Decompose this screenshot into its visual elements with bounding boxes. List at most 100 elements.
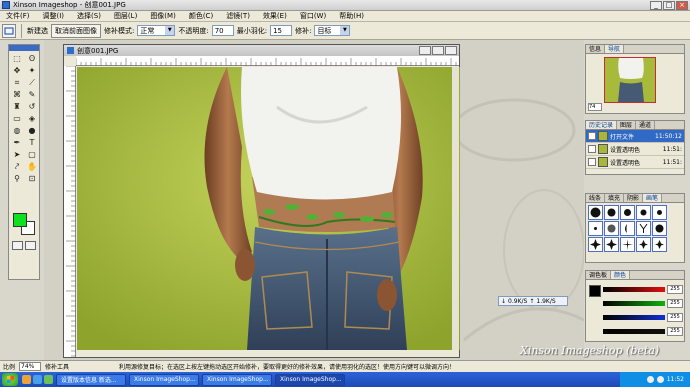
history-checkbox[interactable] [588,145,596,153]
brush-burst-icon[interactable] [620,237,635,252]
brush-tool-icon[interactable]: ✎ [25,89,39,100]
crop-tool-icon[interactable]: ⌗ [10,77,24,88]
path-select-icon[interactable]: ➤ [10,149,24,160]
pen-tool-icon[interactable]: ✒ [10,137,24,148]
clock[interactable]: 11:52 [667,376,684,383]
menu-image[interactable]: 图像(M) [144,11,183,21]
black-slider[interactable]: 255 [600,324,684,338]
move-tool-icon[interactable]: ✥ [10,65,24,76]
menu-help[interactable]: 帮助(H) [333,11,371,21]
shape-tool-icon[interactable]: ▢ [25,149,39,160]
min-feather-input[interactable]: 15 [270,25,293,36]
marquee-tool-icon[interactable]: ⬚ [10,53,24,64]
menu-effect[interactable]: 效果(E) [257,11,294,21]
taskbar-button[interactable]: Xinson ImageShop... [202,373,272,386]
quicklaunch-browser-icon[interactable] [33,375,42,384]
taskbar-button[interactable]: 设置版本信息 新选... [56,373,126,386]
tab-lines[interactable]: 线条 [586,194,606,202]
blue-value[interactable]: 255 [667,312,683,322]
blue-slider-track[interactable] [603,314,665,320]
history-checkbox[interactable] [588,132,596,140]
doc-minimize-button[interactable] [419,46,431,55]
dodge-tool-icon[interactable]: ● [25,125,39,136]
menu-color[interactable]: 颜色(C) [183,11,220,21]
brush-leaf-icon[interactable] [620,221,635,236]
history-row[interactable]: 设置透明色 11:51: [586,143,684,156]
tab-layers[interactable]: 图层 [617,121,637,129]
doc-close-button[interactable] [445,46,457,55]
doc-maximize-button[interactable] [432,46,444,55]
menu-layer[interactable]: 图层(L) [108,11,144,21]
tab-fill[interactable]: 填充 [605,194,625,202]
opacity-input[interactable]: 70 [211,25,234,36]
slice-tool-icon[interactable]: ⟋ [25,77,39,88]
history-brush-icon[interactable]: ↺ [25,101,39,112]
brush-star-icon[interactable] [652,237,667,252]
black-value[interactable]: 255 [667,326,683,336]
red-slider-track[interactable] [603,286,665,292]
brush-star-icon[interactable] [604,237,619,252]
start-button[interactable] [2,373,18,386]
quick-mask-icon[interactable] [25,241,36,250]
navigator-thumbnail[interactable] [604,57,656,103]
red-value[interactable]: 255 [667,284,683,294]
maximize-button[interactable]: □ [663,1,675,10]
brush-round-icon[interactable] [620,205,635,220]
menu-filter[interactable]: 滤镜(T) [220,11,257,21]
taskbar-button-active[interactable]: Xinson ImageShop... [275,373,345,386]
menu-adjust[interactable]: 调整(I) [37,11,72,21]
brush-soft-icon[interactable] [604,221,619,236]
brush-fork-icon[interactable] [636,221,651,236]
tab-channels[interactable]: 通道 [636,121,656,129]
lasso-tool-icon[interactable]: ʘ [25,53,39,64]
zoom-input[interactable]: 74% [19,362,42,371]
feather-mode-select[interactable]: 正常 ▼ [137,25,176,36]
blur-tool-icon[interactable]: ◍ [10,125,24,136]
fill-tool-icon[interactable]: ◈ [25,113,39,124]
magic-wand-icon[interactable]: ✦ [25,65,39,76]
tab-brushes[interactable]: 画笔 [643,194,663,202]
patch-select[interactable]: 目标 ▼ [314,25,351,36]
brush-round-icon[interactable] [604,205,619,220]
history-row[interactable]: 设置透明色 11:51: [586,156,684,169]
tab-history[interactable]: 历史记录 [586,121,618,129]
minimize-button[interactable]: _ [650,1,662,10]
history-checkbox[interactable] [588,158,596,166]
tab-palette[interactable]: 调色板 [586,271,612,279]
tab-navigator[interactable]: 导航 [605,45,625,53]
zoom-tool-icon[interactable]: ⚲ [10,173,24,184]
brush-dot-icon[interactable] [588,221,603,236]
standard-mode-icon[interactable] [12,241,23,250]
green-value[interactable]: 255 [667,298,683,308]
menu-window[interactable]: 窗口(W) [294,11,333,21]
brush-round-icon[interactable] [588,205,603,220]
foreground-color-swatch[interactable] [13,213,27,227]
stamp-tool-icon[interactable]: ♜ [10,101,24,112]
black-slider-track[interactable] [603,328,665,334]
text-tool-icon[interactable]: T [25,137,39,148]
brush-round-icon[interactable] [652,221,667,236]
vertical-scrollbar[interactable] [452,67,459,350]
brush-round-icon[interactable] [652,205,667,220]
blue-slider[interactable]: 255 [600,310,684,324]
history-row[interactable]: 打开文件 11:50:12 [586,130,684,143]
patch-tool-icon[interactable]: ⌘ [10,89,24,100]
color-foreground-swatch[interactable] [589,285,601,297]
tab-color[interactable]: 颜色 [611,271,631,279]
brush-round-icon[interactable] [636,205,651,220]
brush-star-icon[interactable] [588,237,603,252]
red-slider[interactable]: 255 [600,282,684,296]
eraser-tool-icon[interactable]: ▭ [10,113,24,124]
image-canvas[interactable] [77,67,460,350]
green-slider-track[interactable] [603,300,665,306]
green-slider[interactable]: 255 [600,296,684,310]
tray-volume-icon[interactable] [656,376,664,383]
measure-tool-icon[interactable]: ⊡ [25,173,39,184]
eyedropper-icon[interactable]: ⤤ [10,161,24,172]
tab-shadow[interactable]: 阴影 [624,194,644,202]
cancel-selection-button[interactable]: 取消前面图像 [51,23,101,38]
tray-network-icon[interactable] [646,376,654,383]
new-selection-label[interactable]: 新建选 [27,26,48,36]
tab-info[interactable]: 信息 [586,45,606,53]
navigator-zoom-field[interactable]: 74 [588,103,602,111]
